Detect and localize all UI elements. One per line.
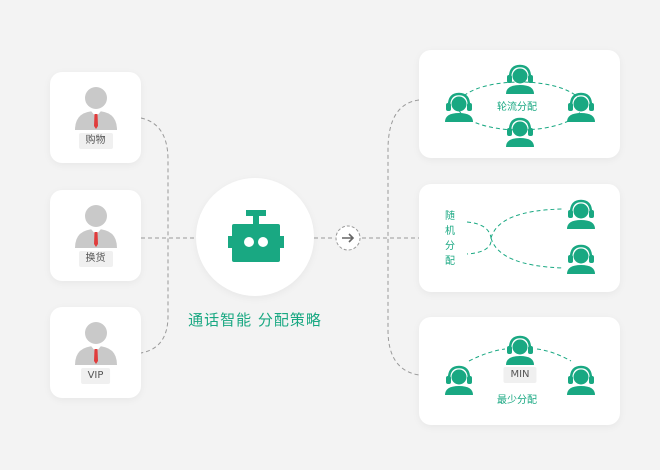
agent-headset-icon bbox=[567, 244, 595, 274]
agent-headset-icon bbox=[567, 365, 595, 395]
agent-headset-icon bbox=[506, 64, 534, 94]
strategy-label: 最少分配 bbox=[497, 395, 537, 406]
user-avatar-icon bbox=[75, 87, 117, 130]
agent-headset-icon bbox=[567, 199, 595, 229]
strategy-random[interactable]: 随机分配 bbox=[419, 184, 620, 292]
strategy-title: 通话智能 分配策略 bbox=[188, 311, 322, 329]
user-label: 购物 bbox=[78, 133, 113, 149]
user-card-exchange[interactable]: 换货 bbox=[50, 190, 141, 281]
agent-headset-icon bbox=[506, 117, 534, 147]
robot-hub bbox=[196, 178, 314, 296]
agent-headset-icon bbox=[445, 365, 473, 395]
user-avatar-icon bbox=[75, 322, 117, 365]
agent-headset-icon bbox=[567, 92, 595, 122]
strategy-least[interactable]: MIN 最少分配 bbox=[419, 317, 620, 425]
agent-headset-icon bbox=[445, 92, 473, 122]
user-avatar-icon bbox=[75, 205, 117, 248]
strategy-round-robin[interactable]: 轮流分配 bbox=[419, 50, 620, 158]
user-card-vip[interactable]: VIP bbox=[50, 307, 141, 398]
min-badge: MIN bbox=[503, 367, 537, 383]
agent-headset-icon bbox=[506, 335, 534, 365]
user-card-shopping[interactable]: 购物 bbox=[50, 72, 141, 163]
user-label: 换货 bbox=[78, 251, 113, 267]
user-label: VIP bbox=[80, 368, 111, 384]
strategy-label: 随机分配 bbox=[445, 211, 455, 267]
robot-icon bbox=[228, 210, 284, 262]
arrow-right-icon bbox=[335, 225, 361, 251]
strategy-label: 轮流分配 bbox=[497, 102, 537, 113]
